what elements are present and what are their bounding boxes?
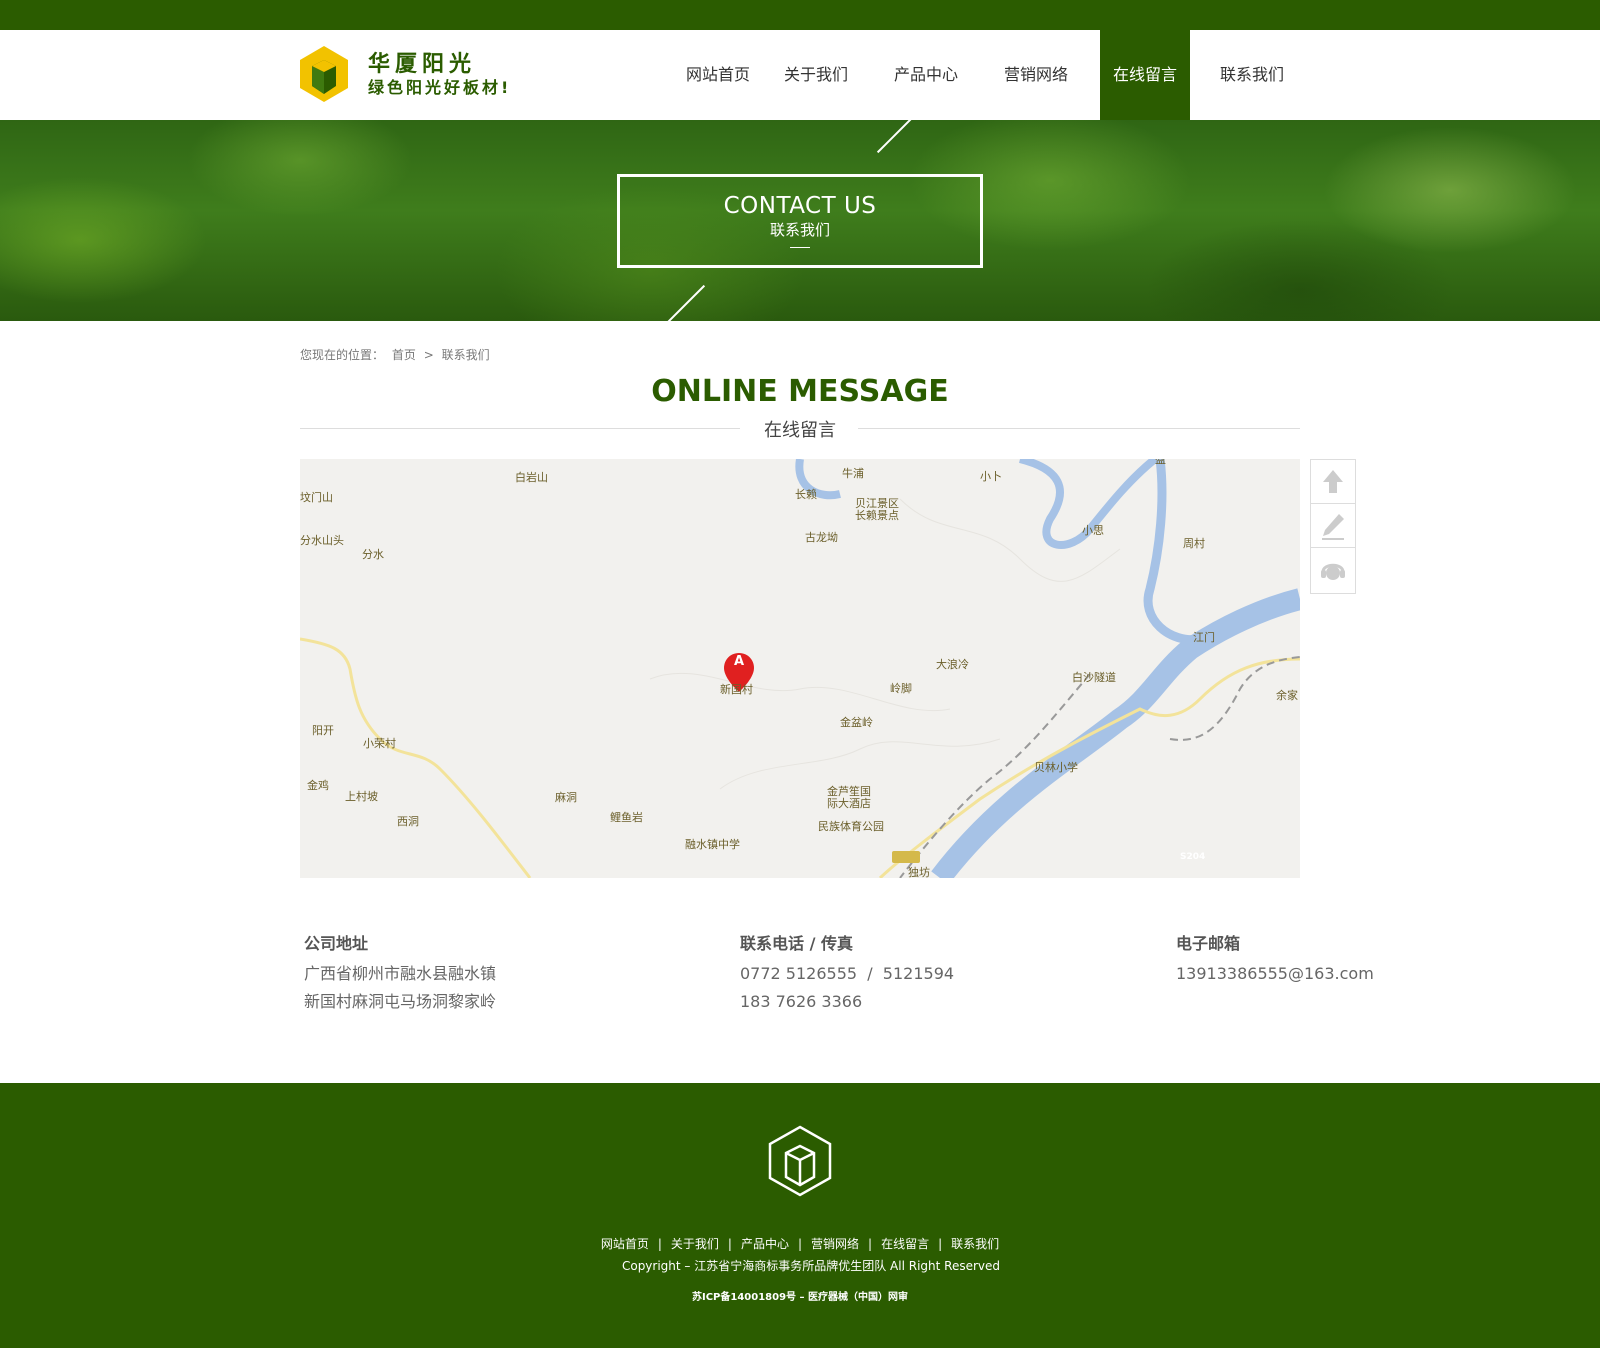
logo-hexagon-icon bbox=[300, 46, 348, 102]
map-label: 融水镇中学 bbox=[685, 838, 740, 851]
map-label: 白沙隧道 bbox=[1072, 671, 1116, 684]
banner-decor-line-top bbox=[876, 120, 916, 154]
footer-link-about[interactable]: 关于我们 bbox=[671, 1237, 719, 1251]
map-label: 鲤鱼岩 bbox=[610, 811, 643, 824]
map-label: 独坊 bbox=[908, 866, 930, 878]
nav-contact[interactable]: 联系我们 bbox=[1220, 30, 1284, 120]
map-label: 小卜 bbox=[980, 470, 1002, 483]
site-footer: 网站首页 | 关于我们 | 产品中心 | 营销网络 | 在线留言 | 联系我们 Copyright … bbox=[0, 1083, 1600, 1348]
email-label: 电子邮箱 bbox=[1176, 934, 1241, 953]
location-map[interactable]: A S204 新国村 白岩山 坟门山 分水山头 分水 牛浦 长赖 贝江景区 长赖… bbox=[300, 459, 1300, 878]
phone-label: 联系电话 / 传真 bbox=[740, 934, 853, 953]
breadcrumb-home[interactable]: 首页 bbox=[392, 348, 416, 362]
map-label: 分水 bbox=[362, 548, 384, 561]
leave-message-button[interactable] bbox=[1311, 504, 1355, 548]
footer-separator: | bbox=[727, 1237, 732, 1251]
headset-icon bbox=[1321, 563, 1345, 580]
footer-link-contact[interactable]: 联系我们 bbox=[951, 1237, 999, 1251]
footer-link-network[interactable]: 营销网络 bbox=[811, 1237, 859, 1251]
back-to-top-button[interactable] bbox=[1311, 460, 1355, 504]
address-line: 新国村麻洞屯马场洞黎家岭 bbox=[304, 992, 497, 1011]
banner-title-box: CONTACT US 联系我们 bbox=[617, 174, 983, 268]
site-logo[interactable]: 华厦阳光 绿色阳光好板材! bbox=[300, 46, 540, 102]
footer-logo-icon bbox=[768, 1125, 832, 1197]
map-label: 周村 bbox=[1183, 537, 1205, 550]
map-marker-letter: A bbox=[733, 654, 745, 669]
contact-phone: 联系电话 / 传真 0772 5126555 / 5121594 183 762… bbox=[740, 930, 954, 1016]
section-title-cn: 在线留言 bbox=[764, 420, 836, 441]
nav-about[interactable]: 关于我们 bbox=[784, 30, 848, 120]
arrow-up-icon bbox=[1323, 470, 1343, 493]
nav-online-message[interactable]: 在线留言 bbox=[1100, 30, 1190, 120]
email-address[interactable]: 13913386555@163.com bbox=[1176, 960, 1374, 988]
map-label: 小荣村 bbox=[363, 737, 396, 750]
breadcrumb-separator: > bbox=[423, 348, 434, 362]
map-label: 余家 bbox=[1276, 689, 1298, 702]
map-label: 白岩山 bbox=[515, 471, 548, 484]
breadcrumb: 您现在的位置： 首页 > 联系我们 bbox=[300, 346, 494, 363]
map-label: 大浪冷 bbox=[936, 658, 969, 671]
address-label: 公司地址 bbox=[304, 934, 369, 953]
contact-address: 公司地址 广西省柳州市融水县融水镇 新国村麻洞屯马场洞黎家岭 bbox=[304, 930, 496, 1016]
map-label: 小思 bbox=[1082, 524, 1104, 537]
top-bar bbox=[0, 0, 1600, 30]
map-label: 盈 bbox=[1155, 459, 1166, 466]
footer-separator: | bbox=[657, 1237, 662, 1251]
map-label: 江门 bbox=[1193, 631, 1215, 644]
footer-separator: | bbox=[797, 1237, 803, 1251]
main-nav: 网站首页 关于我们 产品中心 营销网络 在线留言 联系我们 bbox=[686, 30, 1284, 120]
address-line: 广西省柳州市融水县融水镇 bbox=[304, 964, 497, 983]
side-toolbar bbox=[1310, 459, 1356, 594]
map-label: 民族体育公园 bbox=[818, 820, 884, 833]
footer-separator: | bbox=[938, 1237, 943, 1251]
footer-link-products[interactable]: 产品中心 bbox=[741, 1237, 789, 1251]
site-header: 华厦阳光 绿色阳光好板材! 网站首页 关于我们 产品中心 营销网络 在线留言 联… bbox=[0, 30, 1600, 120]
map-label: 金鸡 bbox=[307, 779, 329, 792]
map-label: 岭脚 bbox=[890, 682, 912, 695]
map-label: 麻洞 bbox=[555, 791, 577, 804]
section-title-en: ONLINE MESSAGE bbox=[651, 374, 949, 409]
footer-icp[interactable]: 苏ICP备14001809号 – 医疗器械（中国）网审 bbox=[0, 1288, 1600, 1303]
banner-dash bbox=[790, 247, 810, 248]
footer-link-home[interactable]: 网站首页 bbox=[601, 1237, 649, 1251]
map-label: 上村坡 bbox=[345, 790, 378, 803]
contact-email: 电子邮箱 13913386555@163.com bbox=[1176, 930, 1374, 988]
map-label: 阳开 bbox=[312, 724, 334, 737]
nav-home[interactable]: 网站首页 bbox=[686, 30, 750, 120]
footer-nav: 网站首页 | 关于我们 | 产品中心 | 营销网络 | 在线留言 | 联系我们 bbox=[0, 1235, 1600, 1252]
map-label: 坟门山 bbox=[300, 491, 333, 504]
phone-line: 0772 5126555 / 5121594 bbox=[740, 964, 955, 983]
map-label: 分水山头 bbox=[300, 534, 344, 547]
map-label: 贝林小学 bbox=[1034, 761, 1078, 774]
map-label: 古龙坳 bbox=[805, 531, 838, 544]
map-canvas bbox=[300, 459, 1300, 878]
map-label: 长赖景点 bbox=[855, 509, 899, 522]
breadcrumb-prefix: 您现在的位置： bbox=[300, 348, 385, 362]
footer-copyright: Copyright – 江苏省宁海商标事务所品牌优生团队 All Right R… bbox=[621, 1259, 1001, 1273]
nav-products[interactable]: 产品中心 bbox=[894, 30, 958, 120]
nav-network[interactable]: 营销网络 bbox=[1004, 30, 1068, 120]
banner-title-en: CONTACT US bbox=[723, 193, 877, 219]
page-banner: CONTACT US 联系我们 bbox=[0, 120, 1600, 321]
map-marker-label: 新国村 bbox=[720, 683, 753, 696]
pencil-icon bbox=[1322, 514, 1344, 540]
customer-service-button[interactable] bbox=[1311, 548, 1355, 592]
banner-title-cn: 联系我们 bbox=[769, 221, 830, 239]
map-label: 金盆岭 bbox=[840, 716, 873, 729]
logo-slogan: 绿色阳光好板材! bbox=[368, 78, 512, 97]
banner-decor-line-bottom bbox=[666, 284, 706, 321]
map-label: 际大酒店 bbox=[827, 797, 871, 810]
map-label: 长赖 bbox=[795, 488, 817, 501]
breadcrumb-current[interactable]: 联系我们 bbox=[442, 348, 490, 362]
map-label: 西洞 bbox=[397, 815, 419, 828]
phone-line: 183 7626 3366 bbox=[740, 992, 863, 1011]
footer-separator: | bbox=[868, 1237, 873, 1251]
map-road-badge: S204 bbox=[1180, 852, 1206, 862]
map-label: 牛浦 bbox=[842, 467, 864, 480]
footer-link-message[interactable]: 在线留言 bbox=[881, 1237, 929, 1251]
